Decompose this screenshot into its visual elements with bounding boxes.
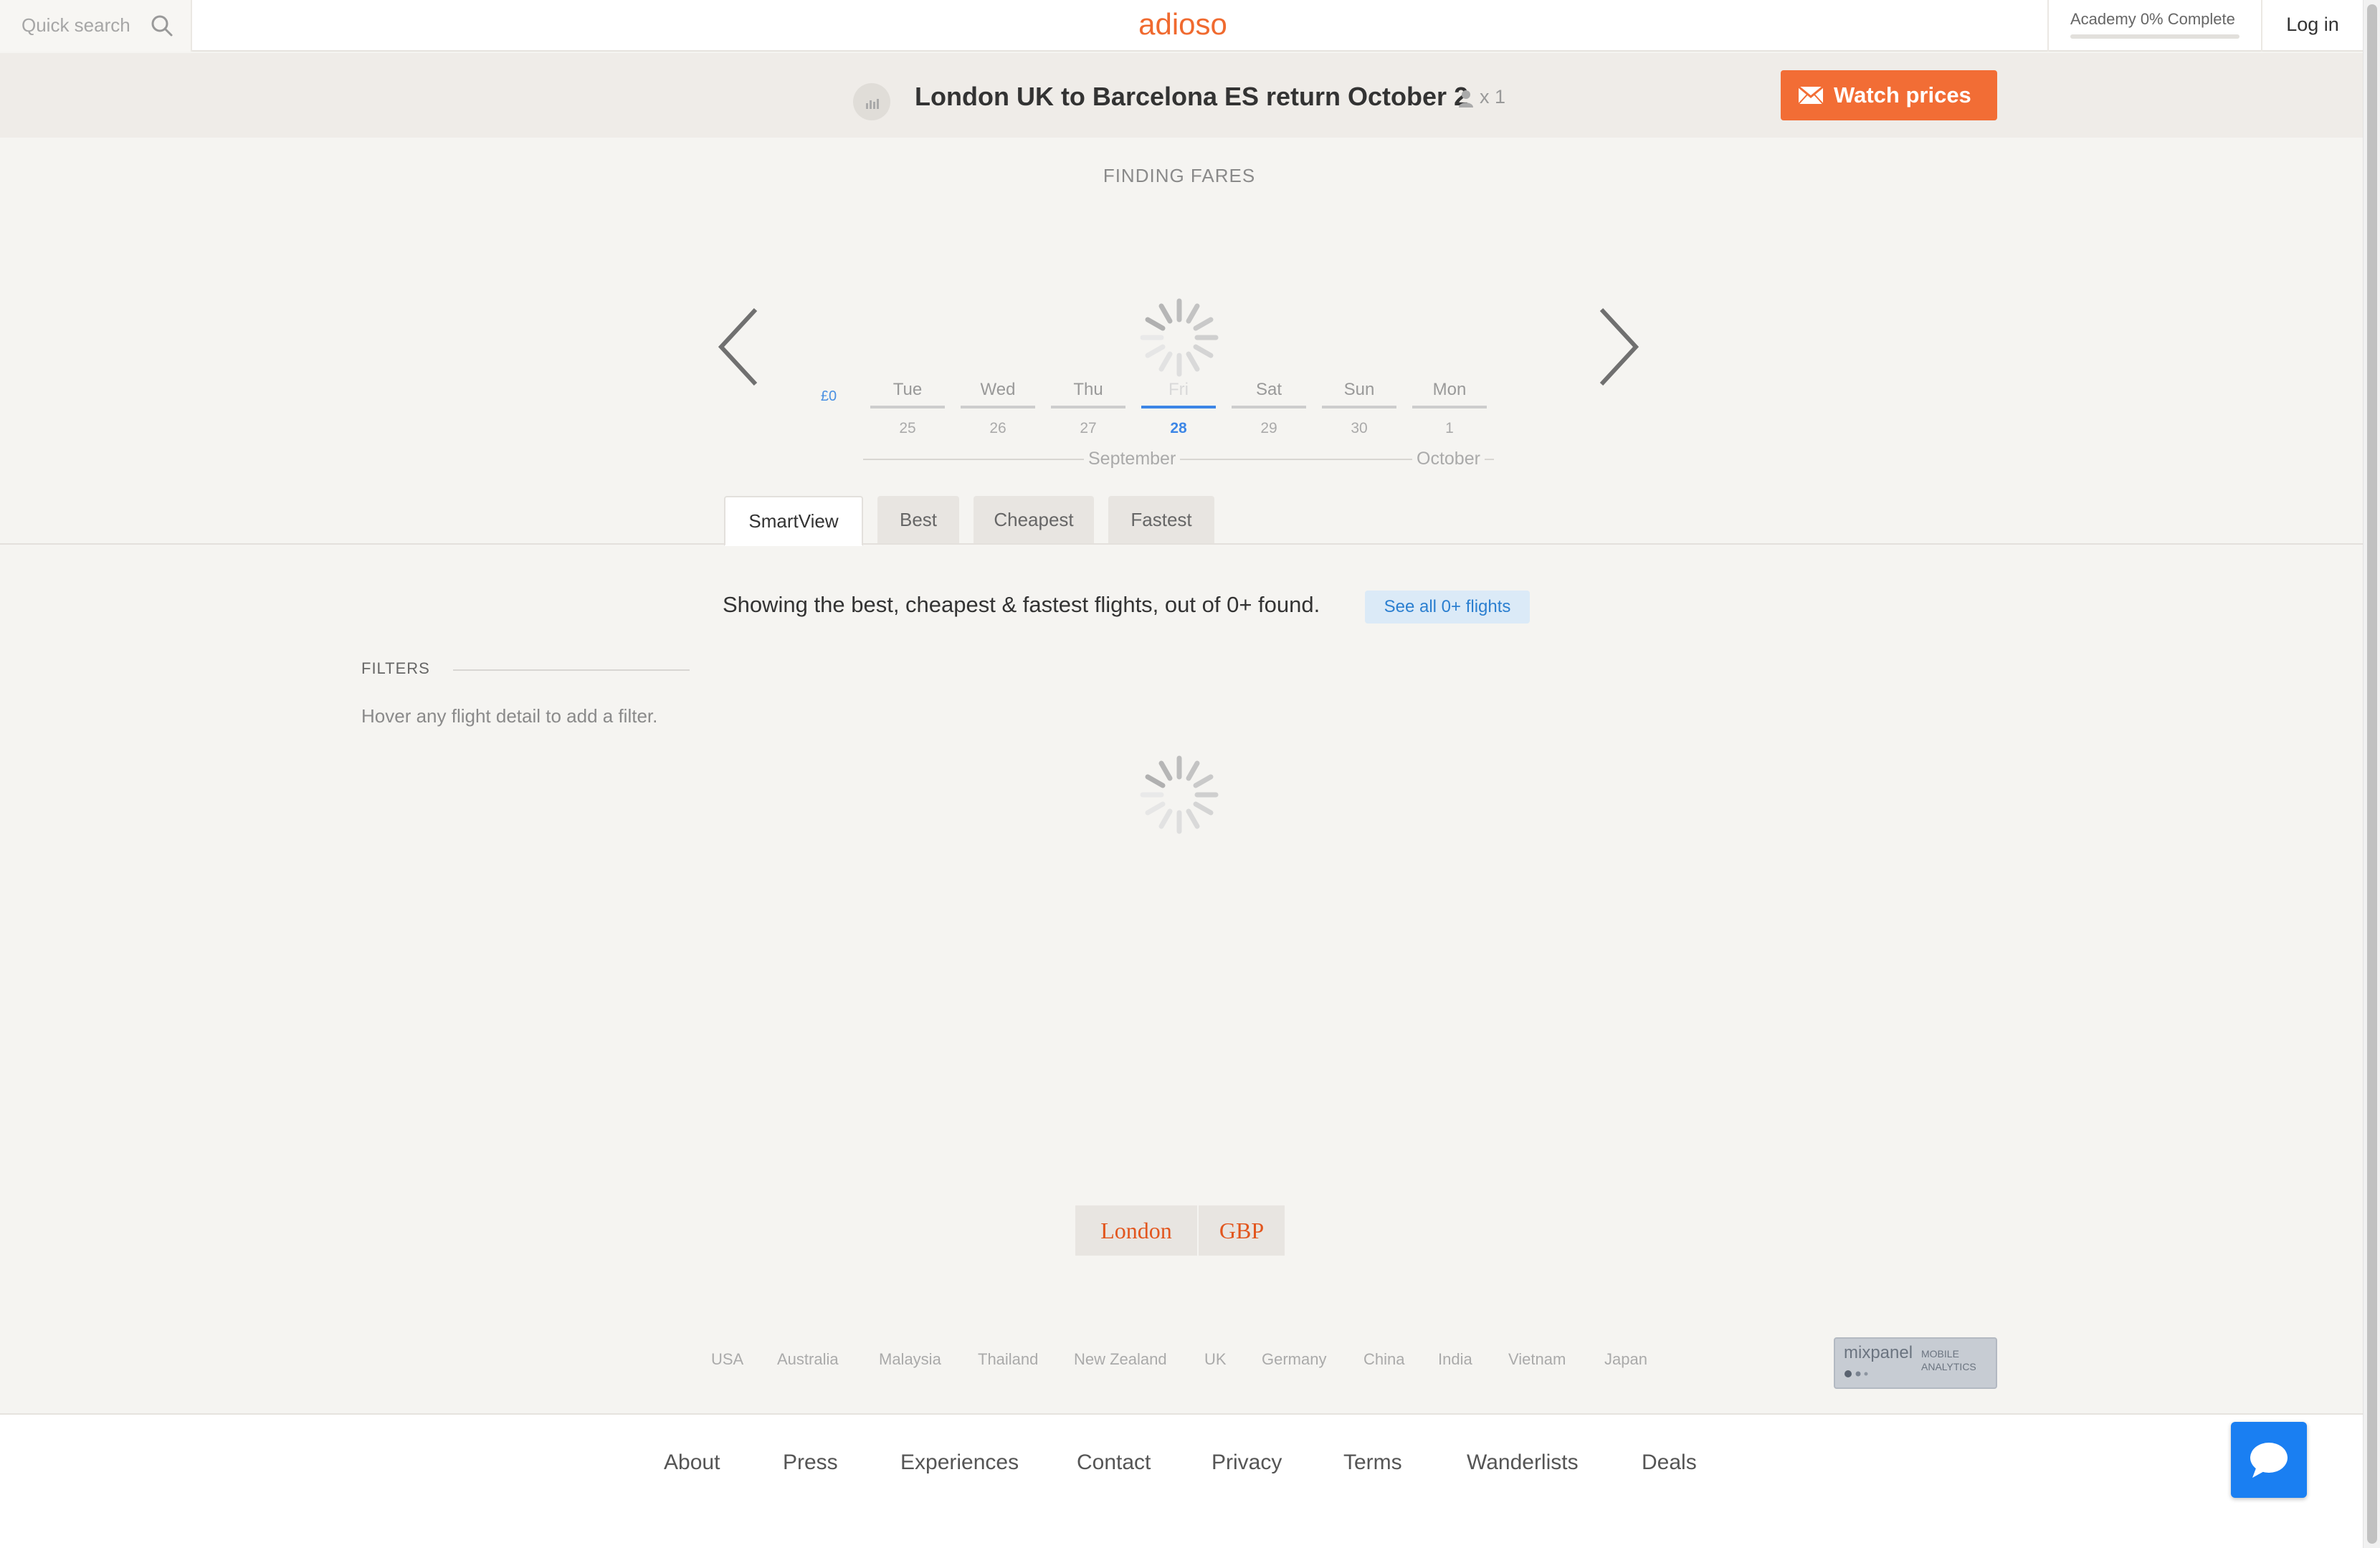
- price-chart-button[interactable]: [853, 83, 890, 120]
- country-link[interactable]: Japan: [1604, 1350, 1647, 1369]
- tab-fastest[interactable]: Fastest: [1108, 496, 1214, 543]
- see-all-flights-button[interactable]: See all 0+ flights: [1365, 591, 1530, 624]
- day-date: 26: [989, 420, 1006, 436]
- tab-best[interactable]: Best: [877, 496, 959, 543]
- scrollbar[interactable]: [2363, 0, 2380, 1548]
- watch-prices-button[interactable]: Watch prices: [1781, 70, 1997, 120]
- footer-link-contact[interactable]: Contact: [1077, 1451, 1151, 1475]
- calendar-day[interactable]: Thu 27: [1051, 380, 1125, 437]
- city-selector[interactable]: London: [1075, 1205, 1197, 1256]
- day-date: 28: [1170, 420, 1187, 436]
- country-link[interactable]: New Zealand: [1074, 1350, 1167, 1369]
- day-name: Thu: [1073, 380, 1103, 399]
- country-link[interactable]: USA: [711, 1350, 743, 1369]
- day-name: Wed: [980, 380, 1016, 399]
- watch-prices-label: Watch prices: [1834, 82, 1971, 108]
- footer-link-press[interactable]: Press: [783, 1451, 838, 1475]
- day-name: Mon: [1432, 380, 1467, 399]
- filters-title: FILTERS: [361, 659, 430, 677]
- view-tabs: SmartView Best Cheapest Fastest: [0, 496, 2363, 546]
- calendar-day[interactable]: Sat 29: [1232, 380, 1306, 437]
- country-link[interactable]: India: [1438, 1350, 1472, 1369]
- calendar-day[interactable]: Mon 1: [1412, 380, 1487, 437]
- country-link[interactable]: Australia: [777, 1350, 839, 1369]
- filters-hint: Hover any flight detail to add a filter.: [361, 705, 658, 727]
- calendar-day-selected[interactable]: Fri 28: [1141, 380, 1216, 437]
- passenger-count-label: x 1: [1480, 86, 1506, 108]
- academy-label: Academy 0% Complete: [2070, 10, 2235, 28]
- chat-bubble-icon: [2250, 1443, 2288, 1478]
- country-link[interactable]: UK: [1204, 1350, 1227, 1369]
- country-link[interactable]: Malaysia: [879, 1350, 941, 1369]
- passenger-count[interactable]: x 1: [1458, 86, 1505, 108]
- country-link[interactable]: Vietnam: [1508, 1350, 1566, 1369]
- tab-cheapest[interactable]: Cheapest: [974, 496, 1094, 543]
- bar-chart-icon: [866, 99, 879, 109]
- country-link[interactable]: Germany: [1262, 1350, 1326, 1369]
- loading-spinner-icon: [1140, 755, 1219, 834]
- currency-selector[interactable]: GBP: [1199, 1205, 1285, 1256]
- mixpanel-badge[interactable]: mixpanel MOBILE ANALYTICS: [1834, 1337, 1997, 1389]
- month-label-september: September: [1084, 449, 1181, 469]
- price-label: £0: [820, 388, 837, 404]
- calendar-day[interactable]: Sun 30: [1322, 380, 1396, 437]
- login-button[interactable]: Log in: [2261, 0, 2363, 52]
- day-date: 1: [1445, 420, 1454, 436]
- results-summary: Showing the best, cheapest & fastest fli…: [723, 592, 1320, 617]
- route-title: London UK to Barcelona ES return October…: [915, 82, 1469, 111]
- day-date: 27: [1080, 420, 1097, 436]
- calendar-day[interactable]: Tue 25: [870, 380, 945, 437]
- day-name: Sun: [1343, 380, 1375, 399]
- footer-link-about[interactable]: About: [664, 1451, 720, 1475]
- calendar-day[interactable]: Wed 26: [961, 380, 1035, 437]
- footer-link-terms[interactable]: Terms: [1343, 1451, 1402, 1475]
- footer: About Press Experiences Contact Privacy …: [0, 1413, 2363, 1548]
- academy-progress[interactable]: Academy 0% Complete: [2047, 0, 2261, 52]
- top-bar: Quick search adioso Academy 0% Complete …: [0, 0, 2363, 52]
- country-link[interactable]: Thailand: [978, 1350, 1038, 1369]
- filters-divider: [453, 669, 690, 671]
- chat-button[interactable]: [2231, 1422, 2307, 1498]
- day-name: Sat: [1255, 380, 1282, 399]
- quick-search[interactable]: Quick search: [0, 0, 192, 52]
- tab-smartview[interactable]: SmartView: [724, 496, 863, 546]
- loading-spinner-icon: [1140, 298, 1219, 377]
- search-icon[interactable]: [149, 13, 175, 39]
- finding-fares-status: FINDING FARES: [1103, 165, 1256, 186]
- footer-link-privacy[interactable]: Privacy: [1212, 1451, 1282, 1475]
- country-link[interactable]: China: [1363, 1350, 1404, 1369]
- day-name: Tue: [892, 380, 923, 399]
- day-name: Fri: [1168, 380, 1189, 399]
- day-date: 25: [899, 420, 916, 436]
- envelope-icon: [1798, 86, 1824, 105]
- chevron-right-icon[interactable]: [1591, 304, 1643, 390]
- day-date: 29: [1260, 420, 1277, 436]
- month-label-october: October: [1412, 449, 1485, 469]
- scrollbar-thumb[interactable]: [2367, 4, 2377, 1544]
- academy-progress-bar: [2070, 34, 2239, 39]
- locale-selector: London GBP: [1075, 1205, 1285, 1256]
- route-bar: London UK to Barcelona ES return October…: [0, 53, 2363, 138]
- person-icon: [1459, 90, 1473, 108]
- mixpanel-dots-icon: [1844, 1370, 1868, 1377]
- search-input[interactable]: Quick search: [22, 14, 130, 37]
- footer-link-deals[interactable]: Deals: [1642, 1451, 1697, 1475]
- logo[interactable]: adioso: [1075, 7, 1290, 42]
- day-date: 30: [1351, 420, 1368, 436]
- mixpanel-name: mixpanel: [1844, 1343, 1913, 1362]
- chevron-left-icon[interactable]: [714, 304, 766, 390]
- mixpanel-subtitle: MOBILE ANALYTICS: [1921, 1348, 1976, 1372]
- country-links: USA Australia Malaysia Thailand New Zeal…: [0, 1350, 2363, 1372]
- footer-link-experiences[interactable]: Experiences: [900, 1451, 1019, 1475]
- footer-link-wanderlists[interactable]: Wanderlists: [1467, 1451, 1579, 1475]
